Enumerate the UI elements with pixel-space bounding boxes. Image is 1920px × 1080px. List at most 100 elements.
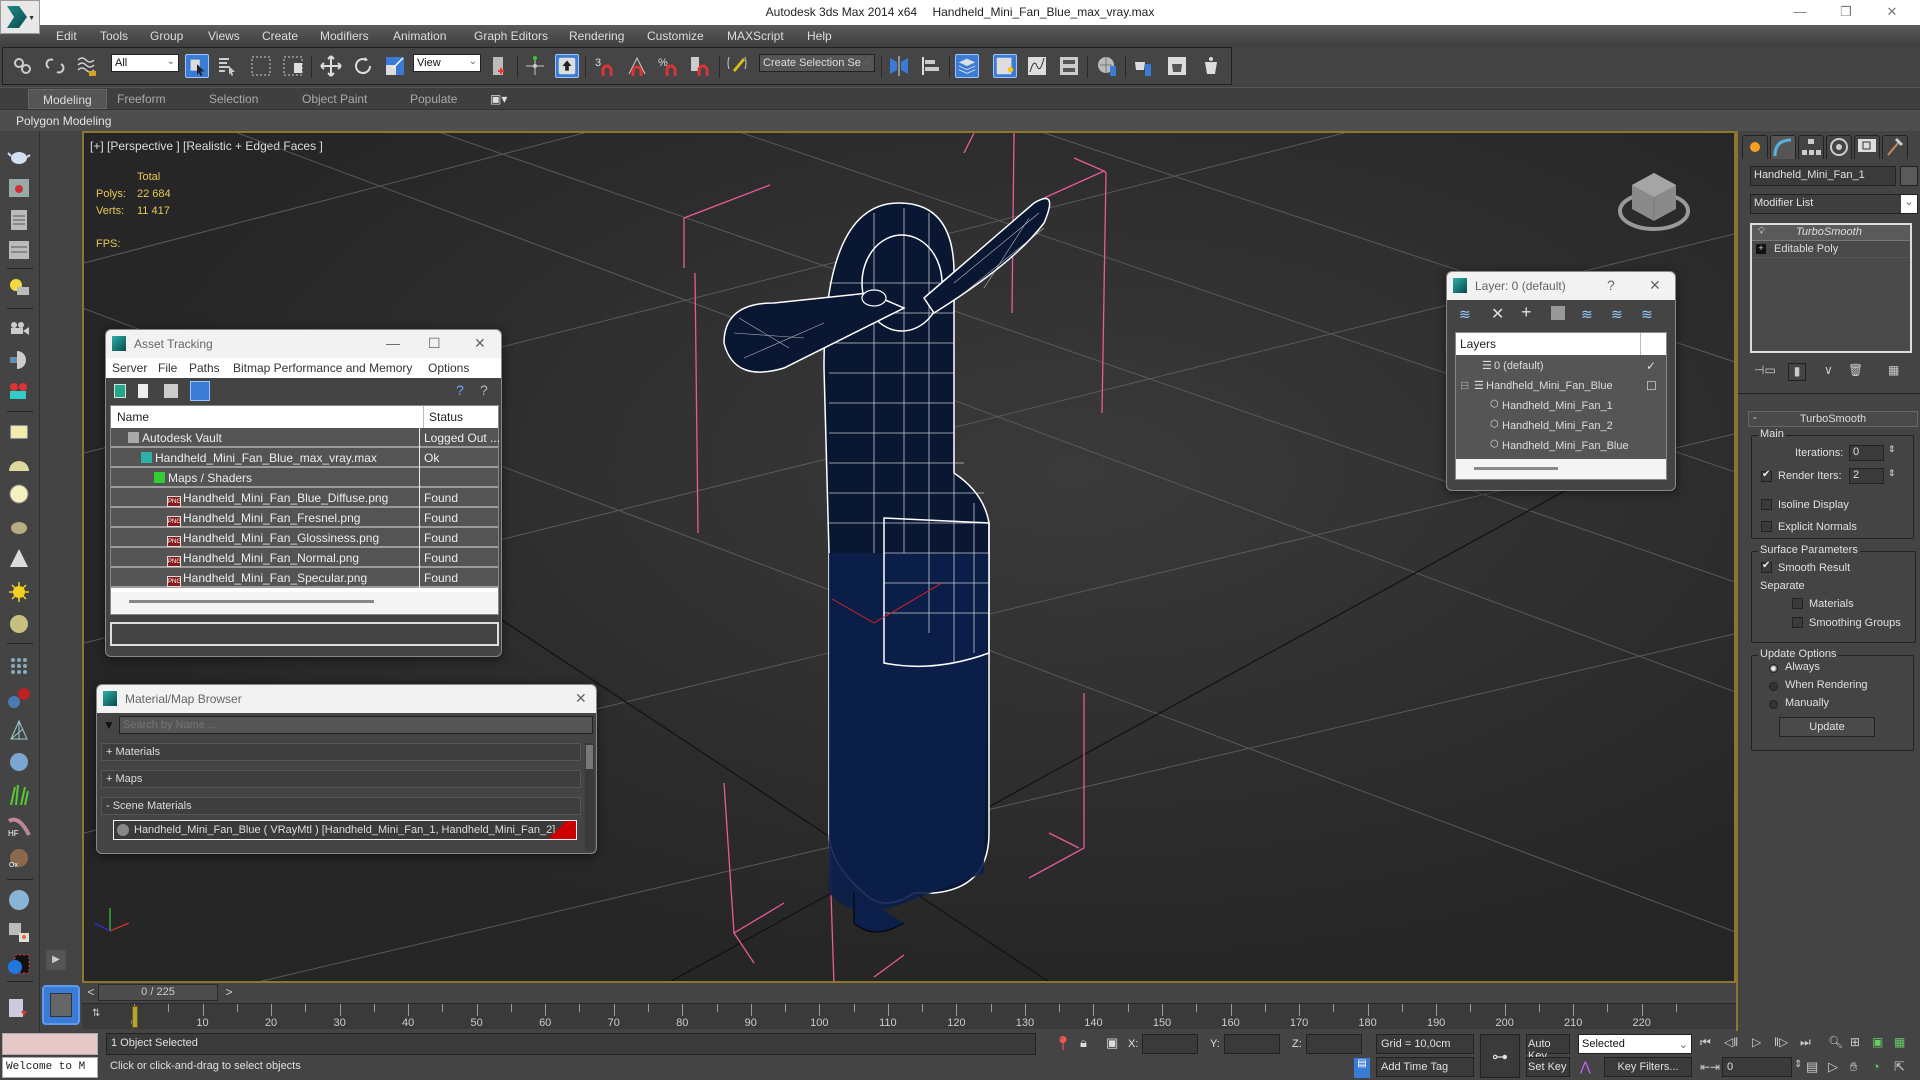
refresh-icon[interactable] <box>114 384 126 398</box>
column-status[interactable]: Status <box>429 410 463 424</box>
horizontal-scrollbar[interactable] <box>111 592 498 614</box>
delete-layer-icon[interactable]: ✕ <box>1491 304 1504 324</box>
teapot-icon[interactable] <box>7 145 31 167</box>
maxscript-listener-output[interactable] <box>2 1033 98 1055</box>
list-view-icon[interactable] <box>138 384 148 398</box>
zoom-extents-all-icon[interactable]: ▦ <box>1894 1035 1905 1049</box>
frame-spinner-arrows[interactable]: ⇕ <box>1794 1059 1802 1070</box>
y-coordinate-field[interactable] <box>1224 1034 1280 1054</box>
key-mode-toggle-icon[interactable]: ⇤⇥ <box>1700 1060 1720 1074</box>
polygon-modeling-label[interactable]: Polygon Modeling <box>16 114 111 128</box>
asset-row[interactable]: PNG Handheld_Mini_Fan_Fresnel.png Found <box>111 508 498 528</box>
time-slider-prev[interactable]: < <box>84 985 98 1001</box>
selection-filter-dropdown[interactable]: All ⌄ <box>111 54 179 72</box>
render-iters-checkbox[interactable] <box>1761 469 1772 482</box>
mirror-icon[interactable] <box>887 54 911 78</box>
default-tangent-icon[interactable]: ⋀ <box>1580 1059 1591 1075</box>
isolate-selection-pin-icon[interactable]: 📍︎ <box>1054 1035 1072 1052</box>
menu-customize[interactable]: Customize <box>647 29 704 43</box>
layer-item-fan-blue[interactable]: ⊟ ☰ Handheld_Mini_Fan_Blue ☐ <box>1456 377 1666 397</box>
bind-space-warp-icon[interactable] <box>75 54 99 78</box>
orbit-icon[interactable]: ◔ <box>1872 1059 1880 1074</box>
ornatrix-icon[interactable]: Ox <box>7 847 31 869</box>
scrollbar-thumb[interactable] <box>1474 467 1558 470</box>
set-key-mode-key-icon[interactable]: ⊶ <box>1480 1034 1520 1078</box>
asset-row[interactable]: PNG Handheld_Mini_Fan_Glossiness.png Found <box>111 528 498 548</box>
select-object-icon[interactable] <box>185 54 209 78</box>
hair-farm-icon[interactable]: HF <box>7 815 31 837</box>
spinner-snap-icon[interactable] <box>689 54 713 78</box>
tab-freeform[interactable]: Freeform <box>117 92 166 106</box>
asset-row[interactable]: Maps / Shaders <box>111 468 498 488</box>
field-of-view-icon[interactable]: ▷ <box>1828 1059 1838 1075</box>
pan-view-hand-icon[interactable]: ✋︎ <box>1850 1059 1857 1075</box>
time-configuration-icon[interactable]: ▤ <box>1806 1059 1818 1075</box>
menu-server[interactable]: Server <box>112 361 147 375</box>
selection-lock-icon[interactable]: 🔒︎ <box>1080 1035 1087 1051</box>
active-layer-check-icon[interactable]: ✓ <box>1646 359 1656 373</box>
asset-path-field[interactable] <box>110 622 499 646</box>
options-dropdown-icon[interactable]: ▼ <box>103 718 115 732</box>
configure-modifier-sets-icon[interactable]: ▦ <box>1888 363 1899 377</box>
turbosmooth-rollout-header[interactable]: - TurboSmooth <box>1748 411 1918 427</box>
schematic-view-icon[interactable] <box>1057 54 1081 78</box>
zoom-icon[interactable]: 🔍︎ <box>1828 1035 1843 1049</box>
select-objects-in-layer-icon[interactable] <box>1551 306 1565 320</box>
close-button[interactable]: ✕ <box>474 335 486 352</box>
tree-view-icon[interactable] <box>164 384 178 398</box>
metaball-icon[interactable] <box>7 687 31 709</box>
grass-icon[interactable] <box>7 783 31 805</box>
x-coordinate-field[interactable] <box>1142 1034 1198 1054</box>
asset-row[interactable]: Autodesk Vault Logged Out ... <box>111 428 500 448</box>
stack-item-turbosmooth[interactable]: 💡︎ TurboSmooth <box>1752 225 1910 241</box>
menu-maxscript[interactable]: MAXScript <box>727 29 784 43</box>
update-always-radio[interactable] <box>1769 664 1778 673</box>
add-to-layer-icon[interactable]: + <box>1521 302 1532 323</box>
modifier-list-dropdown[interactable]: Modifier List ⌄ <box>1750 194 1918 214</box>
absolute-mode-icon[interactable]: ▣ <box>1106 1035 1118 1051</box>
update-button[interactable]: Update <box>1779 717 1875 737</box>
material-browser-titlebar[interactable]: Material/Map Browser ✕ <box>97 685 596 713</box>
select-and-manipulate-icon[interactable] <box>523 54 547 78</box>
dome-light-icon[interactable] <box>7 453 31 475</box>
materials-section[interactable]: + Materials <box>101 743 581 761</box>
viewcube[interactable] <box>1614 165 1694 235</box>
expand-panel-arrow-icon[interactable]: ▶ <box>46 950 66 970</box>
spot-light-icon[interactable] <box>7 547 31 569</box>
area-light-icon[interactable] <box>7 421 31 443</box>
sun-light-icon[interactable] <box>7 581 31 603</box>
scene-materials-section[interactable]: - Scene Materials <box>101 797 581 815</box>
select-and-scale-icon[interactable] <box>383 54 407 78</box>
render-setup-icon[interactable] <box>1131 54 1155 78</box>
tab-populate[interactable]: Populate <box>410 92 457 106</box>
collapse-icon[interactable]: ⊟ <box>1460 379 1469 392</box>
dome-camera-icon[interactable] <box>7 349 31 371</box>
object-color-swatch[interactable] <box>1900 166 1918 186</box>
select-and-link-icon[interactable] <box>11 54 35 78</box>
smooth-result-checkbox[interactable] <box>1761 560 1772 573</box>
explicit-normals-checkbox[interactable] <box>1761 521 1772 532</box>
remove-modifier-icon[interactable]: 🗑︎ <box>1848 363 1863 377</box>
percent-snap-icon[interactable]: % <box>657 54 681 78</box>
application-menu-button[interactable]: ▼ <box>0 0 40 34</box>
make-unique-icon[interactable]: ∨ <box>1824 363 1833 377</box>
maximize-button[interactable]: ☐ <box>428 335 441 352</box>
menu-tools[interactable]: Tools <box>100 29 128 43</box>
hide-unhide-layers-icon[interactable]: ≋ <box>1611 306 1623 323</box>
column-layers[interactable]: Layers <box>1460 337 1496 351</box>
add-time-tag-button[interactable]: Add Time Tag <box>1376 1057 1474 1077</box>
auto-key-button[interactable]: Auto Key <box>1526 1034 1570 1062</box>
rendered-frame-window-icon[interactable] <box>1165 54 1189 78</box>
menu-file[interactable]: File <box>158 361 177 375</box>
camera-sequencer-icon[interactable] <box>7 381 31 403</box>
particle-grid-icon[interactable] <box>7 655 31 677</box>
menu-create[interactable]: Create <box>262 29 298 43</box>
layer-object-fan-1[interactable]: ⬡ Handheld_Mini_Fan_1 <box>1456 397 1666 417</box>
zoom-all-icon[interactable]: ⊞ <box>1850 1035 1860 1049</box>
iterations-spinner-field[interactable]: 0 <box>1849 445 1884 461</box>
snaps-toggle-icon[interactable]: 3 <box>593 54 617 78</box>
current-frame-field[interactable]: 0 <box>1722 1057 1792 1077</box>
zoom-extents-icon[interactable]: ▣ <box>1872 1035 1883 1049</box>
scene-states-icon[interactable] <box>7 921 31 943</box>
menu-views[interactable]: Views <box>208 29 240 43</box>
